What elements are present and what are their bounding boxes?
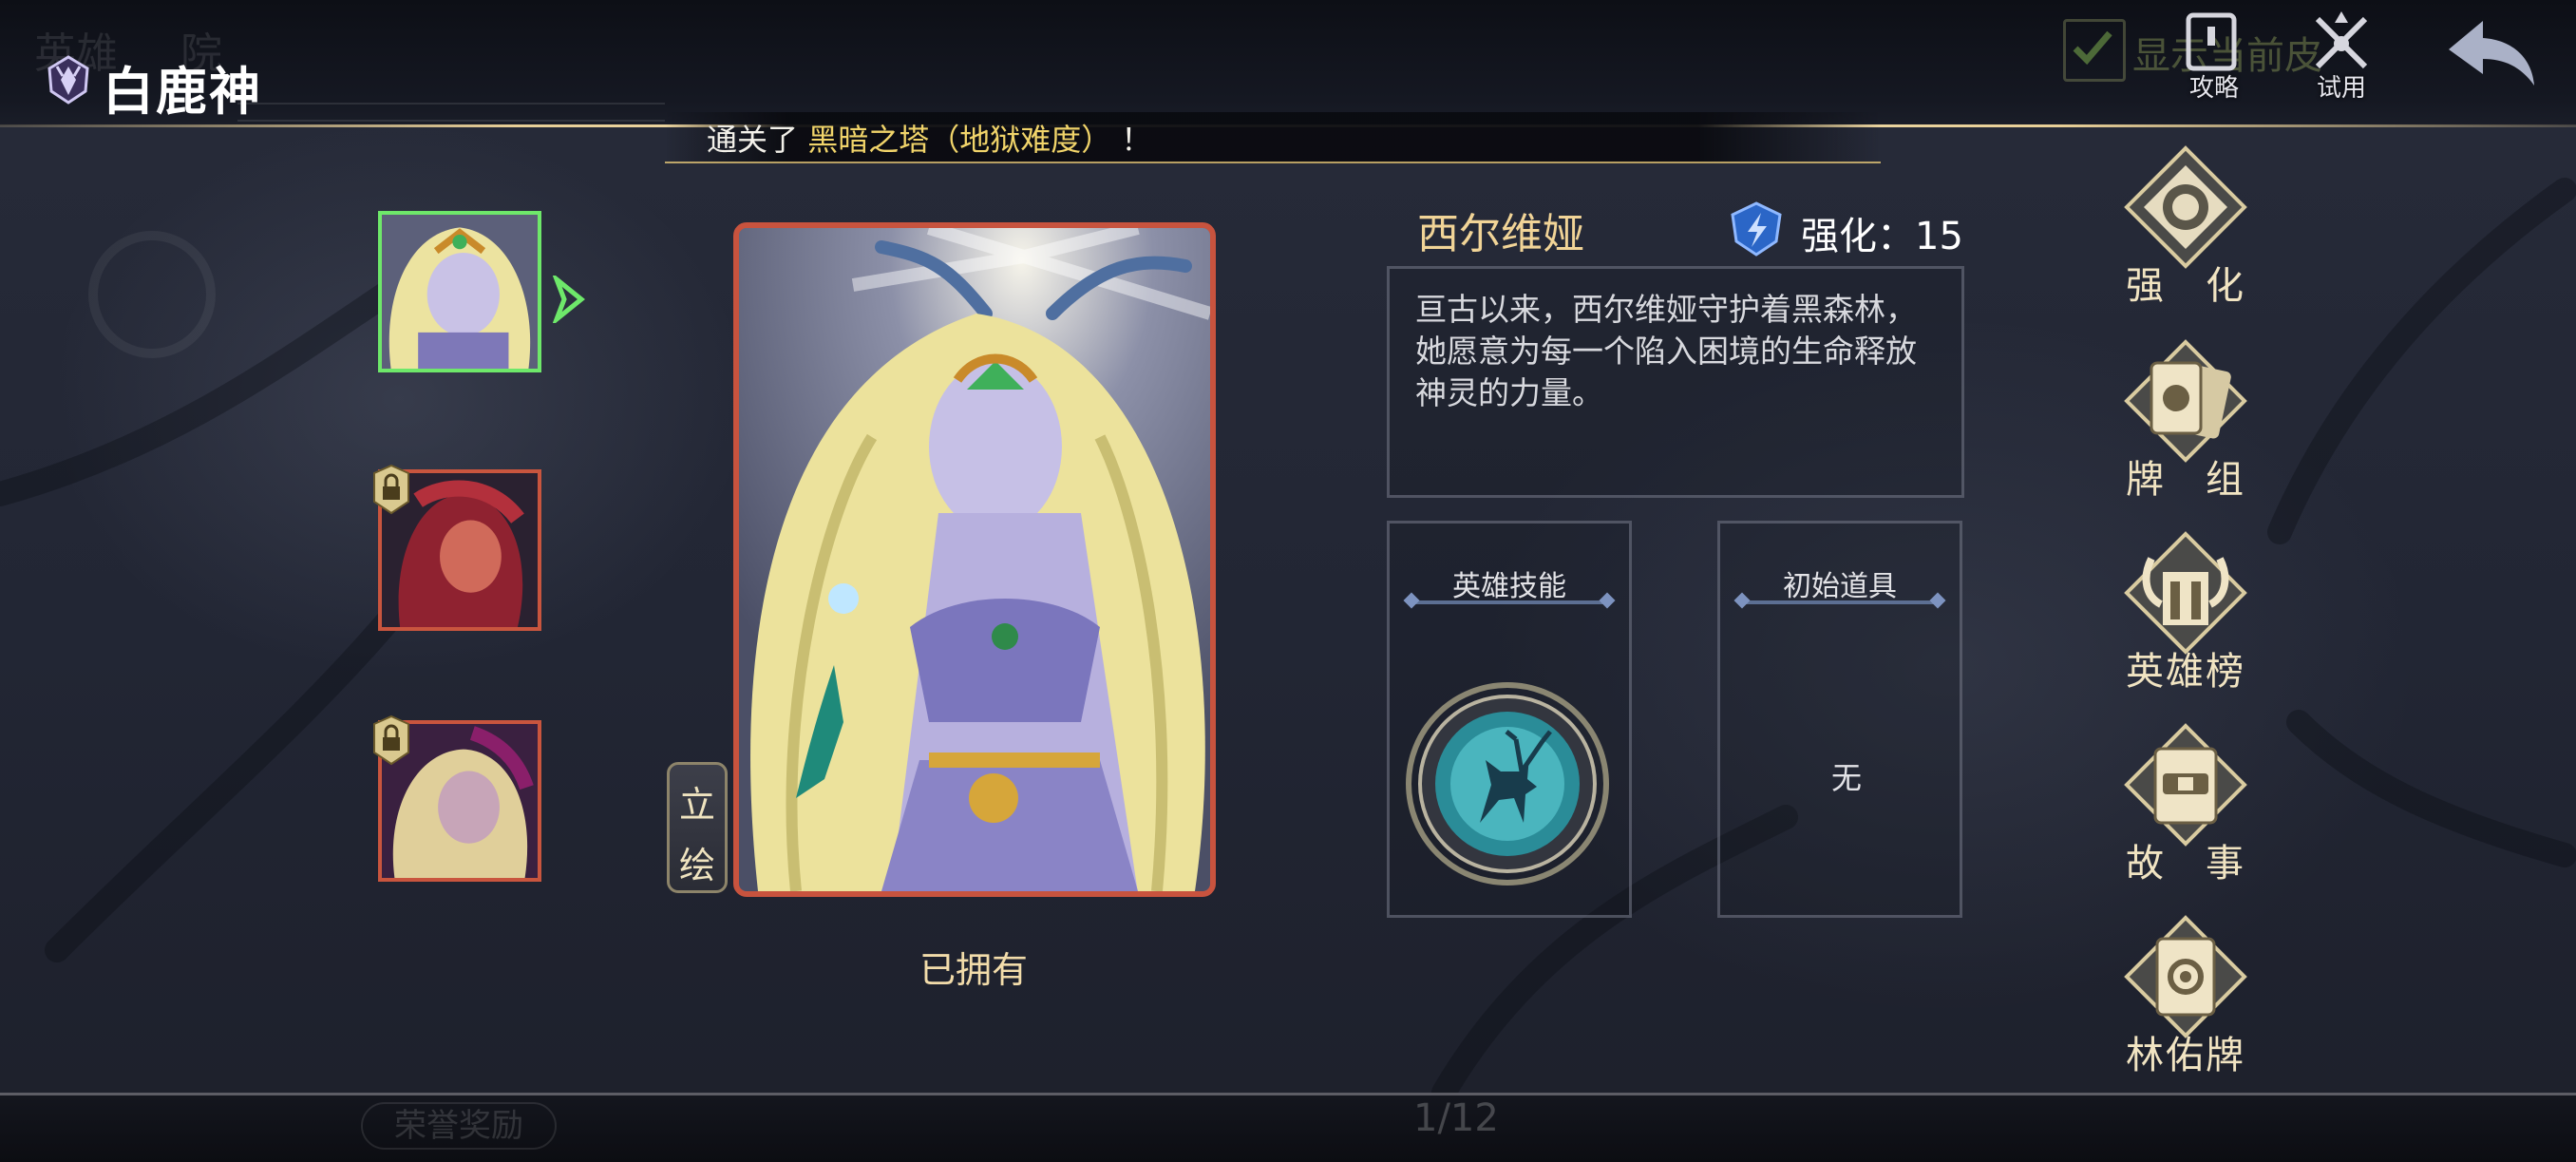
hero-portrait[interactable] xyxy=(733,222,1216,897)
show-current-checkbox[interactable] xyxy=(2063,19,2126,82)
strategy-label: 攻略 xyxy=(2188,74,2239,103)
menu-ranking[interactable]: 英雄榜 xyxy=(2111,530,2261,701)
lock-icon xyxy=(372,464,410,515)
strategy-button[interactable]: 攻略 xyxy=(2162,10,2266,105)
menu-deck[interactable]: 牌 组 xyxy=(2111,338,2261,509)
deer-emblem-icon xyxy=(42,53,95,106)
story-icon xyxy=(2124,723,2247,847)
hero-portrait-art xyxy=(739,228,1210,891)
achievement-notice: 通关了 黑暗之塔（地狱难度） ！ xyxy=(707,116,1151,160)
enhance-level: 强化：15 xyxy=(1801,215,1963,258)
ranking-icon xyxy=(2124,531,2247,655)
page-indicator: 1/12 xyxy=(1413,1096,1499,1140)
menu-enhance-label: 强 化 xyxy=(2126,264,2245,308)
owned-status: 已拥有 xyxy=(919,949,1028,991)
honor-reward-label: 荣誉奖励 xyxy=(394,1107,523,1145)
trial-button[interactable]: 试用 xyxy=(2289,10,2394,105)
deck-icon xyxy=(2124,339,2247,463)
back-arrow-icon xyxy=(2449,21,2534,86)
notice-highlight: 黑暗之塔（地狱难度） xyxy=(807,122,1112,158)
lock-icon xyxy=(372,714,410,766)
hero-slot-sylvia[interactable] xyxy=(378,211,541,372)
hero-thumbnail-sylvia xyxy=(382,215,538,369)
starting-item-value: 无 xyxy=(1831,760,1863,796)
book-icon xyxy=(2186,12,2237,71)
notice-suffix: ！ xyxy=(1121,122,1152,158)
honor-reward-button[interactable]: 荣誉奖励 xyxy=(361,1102,557,1150)
page-title: 白鹿神 xyxy=(103,62,262,122)
menu-enhance[interactable]: 强 化 xyxy=(2111,144,2261,315)
enhance-icon xyxy=(2124,145,2247,269)
deer-skill-icon[interactable] xyxy=(1404,680,1611,887)
selected-arrow-icon xyxy=(551,272,587,327)
hero-description: 亘古以来，西尔维娅守护着黑森林，她愿意为每一个陷入困境的生命释放神灵的力量。 xyxy=(1415,291,1917,411)
illustration-tab-label-1: 立 xyxy=(678,784,715,826)
starting-item-divider xyxy=(1742,600,1938,604)
illustration-tab[interactable]: 立 绘 xyxy=(667,762,728,893)
menu-ranking-label: 英雄榜 xyxy=(2126,650,2245,694)
hero-skill-title: 英雄技能 xyxy=(1452,570,1566,603)
menu-story-label: 故 事 xyxy=(2126,842,2245,886)
trial-label: 试用 xyxy=(2316,74,2366,103)
notice-prefix: 通关了 xyxy=(707,122,799,158)
menu-deck-label: 牌 组 xyxy=(2126,458,2245,502)
crossed-swords-icon xyxy=(2315,11,2368,69)
forest-card-icon xyxy=(2124,915,2247,1038)
ghost-scroll-track xyxy=(237,103,665,122)
hero-skill-divider xyxy=(1411,600,1607,604)
back-button[interactable] xyxy=(2445,17,2540,89)
starting-item-title: 初始道具 xyxy=(1783,570,1897,603)
illustration-tab-label-2: 绘 xyxy=(678,845,715,886)
menu-forest-card[interactable]: 林佑牌 xyxy=(2111,914,2261,1085)
enhance-level-icon xyxy=(1727,200,1786,258)
menu-story[interactable]: 故 事 xyxy=(2111,722,2261,893)
menu-forest-card-label: 林佑牌 xyxy=(2126,1034,2245,1077)
hero-name: 西尔维娅 xyxy=(1417,210,1584,258)
